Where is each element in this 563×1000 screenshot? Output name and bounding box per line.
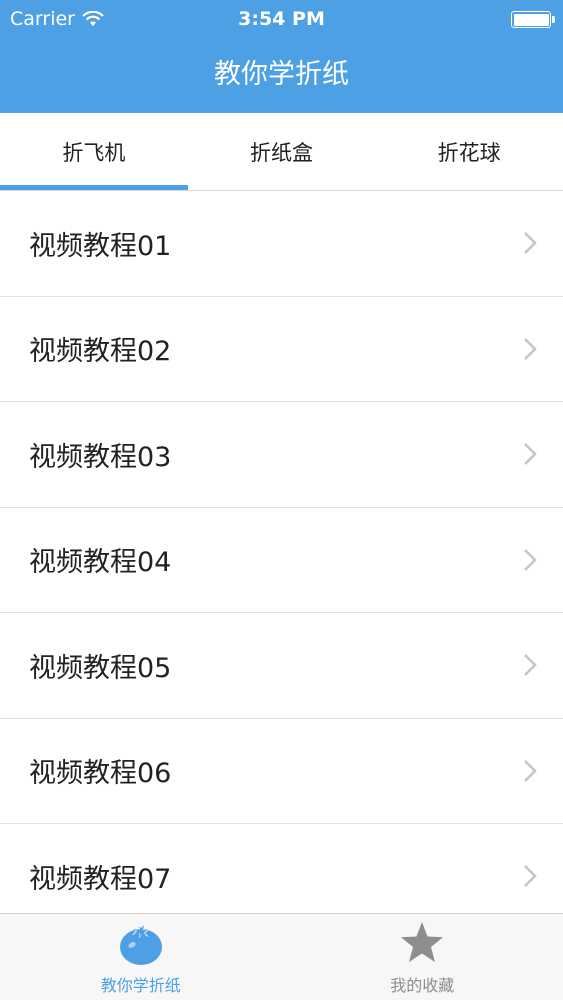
list-item[interactable]: 视频教程06: [0, 718, 563, 824]
battery-icon: [511, 11, 555, 28]
bottom-tab-bar: 教你学折纸 我的收藏: [0, 913, 563, 1000]
tab-fold-flower-ball[interactable]: 折花球: [375, 113, 563, 190]
list-item[interactable]: 视频教程02: [0, 296, 563, 402]
tabbar-label: 我的收藏: [390, 976, 455, 995]
star-icon: [401, 922, 444, 962]
chevron-right-icon: [524, 548, 537, 571]
list-item[interactable]: 视频教程04: [0, 507, 563, 613]
list-item[interactable]: 视频教程05: [0, 613, 563, 719]
chevron-right-icon: [524, 232, 537, 255]
navigation-header: Carrier 3:54 PM 教你学折纸: [0, 0, 563, 113]
chevron-right-icon: [524, 337, 537, 360]
chevron-right-icon: [524, 443, 537, 466]
status-bar: Carrier 3:54 PM: [0, 0, 563, 38]
chevron-right-icon: [524, 865, 537, 888]
list-item-label: 视频教程02: [29, 336, 172, 368]
video-tutorial-list: 视频教程01 视频教程02 视频教程03 视频教程04 视频教程05 视频教程0…: [0, 191, 563, 913]
list-item[interactable]: 视频教程07: [0, 824, 563, 913]
tab-selected-indicator: [0, 185, 188, 190]
page-title: 教你学折纸: [214, 59, 349, 90]
list-item[interactable]: 视频教程01: [0, 191, 563, 297]
list-item-label: 视频教程07: [29, 863, 172, 895]
chevron-right-icon: [524, 654, 537, 677]
list-item-label: 视频教程06: [29, 758, 172, 790]
list-item-label: 视频教程03: [29, 441, 172, 473]
status-time: 3:54 PM: [238, 8, 325, 30]
tabbar-label: 教你学折纸: [100, 976, 181, 995]
tomato-icon: [119, 923, 162, 965]
tab-fold-box[interactable]: 折纸盒: [188, 113, 376, 190]
list-item-label: 视频教程04: [29, 547, 172, 579]
tab-fold-plane[interactable]: 折飞机: [0, 113, 188, 190]
chevron-right-icon: [524, 759, 537, 782]
list-item-label: 视频教程01: [29, 230, 172, 262]
tabbar-item-learn-origami[interactable]: 教你学折纸: [0, 914, 282, 1000]
list-item-label: 视频教程05: [29, 652, 172, 684]
list-item[interactable]: 视频教程03: [0, 402, 563, 508]
segment-tabs: 折飞机 折纸盒 折花球: [0, 113, 563, 191]
tabbar-item-my-favorites[interactable]: 我的收藏: [282, 914, 563, 1000]
